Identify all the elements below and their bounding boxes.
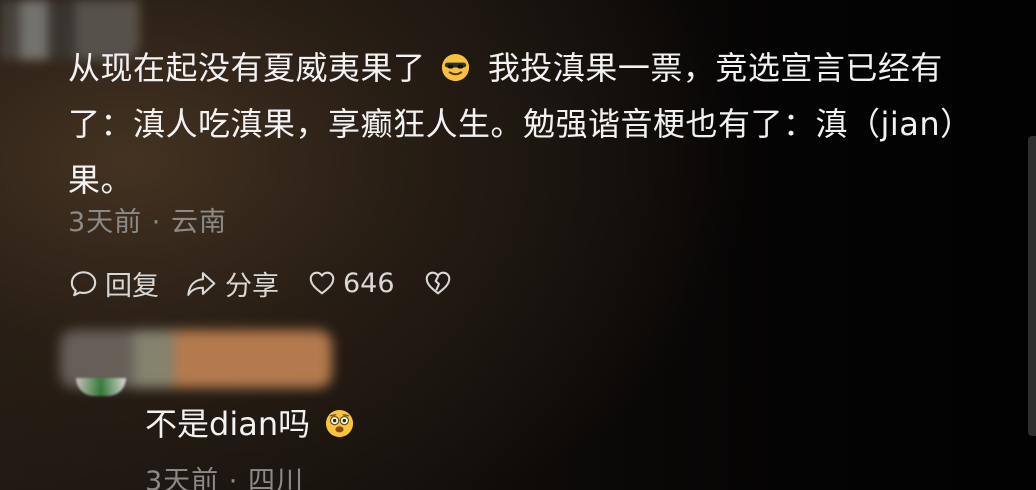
reply-text: 不是dian吗 bbox=[145, 398, 361, 450]
like-count: 646 bbox=[343, 267, 395, 299]
meta-separator: · bbox=[151, 207, 162, 238]
scrollbar[interactable] bbox=[1028, 136, 1036, 436]
surprised-face-icon bbox=[326, 409, 354, 438]
share-label: 分享 bbox=[225, 270, 279, 302]
comment-actions: 回复 分享 646 bbox=[68, 262, 453, 304]
comment-text: 从现在起没有夏威夷果了 我投滇果一票，竞选宣言已经有了：滇人吃滇果，享癫狂人生。… bbox=[68, 40, 998, 208]
comment-time: 3天前 bbox=[68, 207, 143, 238]
dislike-button[interactable] bbox=[423, 262, 453, 304]
broken-heart-icon bbox=[423, 268, 453, 298]
comment-text-part-1: 从现在起没有夏威夷果了 bbox=[68, 49, 426, 87]
heart-icon bbox=[307, 268, 337, 298]
share-arrow-icon bbox=[185, 268, 219, 299]
reply-label: 回复 bbox=[105, 270, 159, 302]
share-button[interactable]: 分享 bbox=[185, 262, 279, 304]
reply-meta-separator: · bbox=[228, 466, 239, 490]
reply-time: 3天前 bbox=[145, 466, 220, 490]
reply-location: 四川 bbox=[247, 466, 304, 490]
comment-location: 云南 bbox=[170, 207, 227, 238]
reply-message: 不是dian吗 bbox=[145, 405, 311, 443]
comment-thread-screen: 从现在起没有夏威夷果了 我投滇果一票，竞选宣言已经有了：滇人吃滇果，享癫狂人生。… bbox=[0, 0, 1036, 490]
speech-bubble-icon bbox=[68, 268, 99, 299]
reply-meta: 3天前 · 四川 bbox=[145, 459, 304, 490]
reply-avatar-fragment bbox=[76, 378, 126, 396]
smiling-face-with-sunglasses-icon bbox=[442, 53, 470, 82]
comment-meta: 3天前 · 云南 bbox=[68, 200, 227, 239]
like-button[interactable]: 646 bbox=[307, 262, 395, 304]
reply-button[interactable]: 回复 bbox=[68, 262, 159, 304]
